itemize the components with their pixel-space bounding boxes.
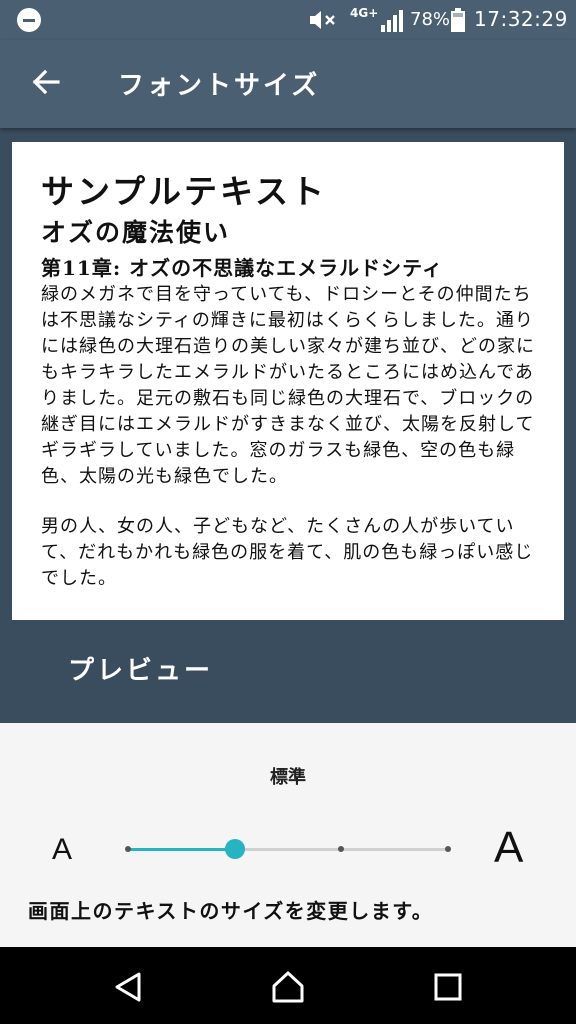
navigation-bar — [0, 947, 576, 1024]
battery-percent: 78% — [410, 9, 451, 30]
page-title: フォントサイズ — [118, 71, 321, 101]
status-bar: 4G+ 78% 17:32:29 — [0, 0, 576, 40]
slider-thumb[interactable] — [224, 839, 245, 859]
mute-icon — [310, 11, 335, 29]
font-size-description: 画面上のテキストのサイズを変更します。 — [28, 899, 434, 923]
slider-tick[interactable] — [338, 846, 345, 852]
clock: 17:32:29 — [474, 7, 568, 31]
preview-card: サンプルテキスト オズの魔法使い 第11章: オズの不思議なエメラルドシティ 緑… — [12, 142, 564, 620]
arrow-left-icon[interactable] — [28, 64, 64, 100]
back-triangle-icon[interactable] — [108, 967, 148, 1007]
network-type: 4G+ — [350, 6, 379, 20]
small-font-glyph: A — [52, 833, 73, 866]
sample-heading: サンプルテキスト — [41, 172, 328, 211]
app-bar: フォントサイズ — [0, 40, 576, 128]
sample-paragraph: 男の人、女の人、子どもなど、たくさんの人が歩いていて、だれもかれも緑色の服を着て… — [41, 516, 534, 589]
sample-subheading: オズの魔法使い — [41, 218, 231, 247]
slider-tick[interactable] — [445, 846, 451, 852]
font-size-level-label: 標準 — [270, 767, 306, 788]
slider-tick[interactable] — [125, 846, 131, 852]
slider-fill — [128, 847, 235, 851]
preview-label: プレビュー — [68, 656, 214, 686]
signal-icon — [381, 10, 403, 32]
font-size-panel: 標準 A A 画面上のテキストのサイズを変更します。 — [0, 723, 576, 947]
sample-paragraph: 緑のメガネで目を守っていても、ドロシーとその仲間たちは不思議なシティの輝きに最初… — [41, 284, 535, 487]
home-icon[interactable] — [268, 967, 308, 1007]
large-font-glyph: A — [494, 823, 524, 872]
font-size-slider[interactable] — [125, 839, 451, 859]
sample-chapter-title: 第11章: オズの不思議なエメラルドシティ — [41, 256, 443, 280]
do-not-disturb-icon — [17, 8, 41, 32]
battery-icon — [451, 8, 465, 32]
recents-icon[interactable] — [428, 967, 468, 1007]
